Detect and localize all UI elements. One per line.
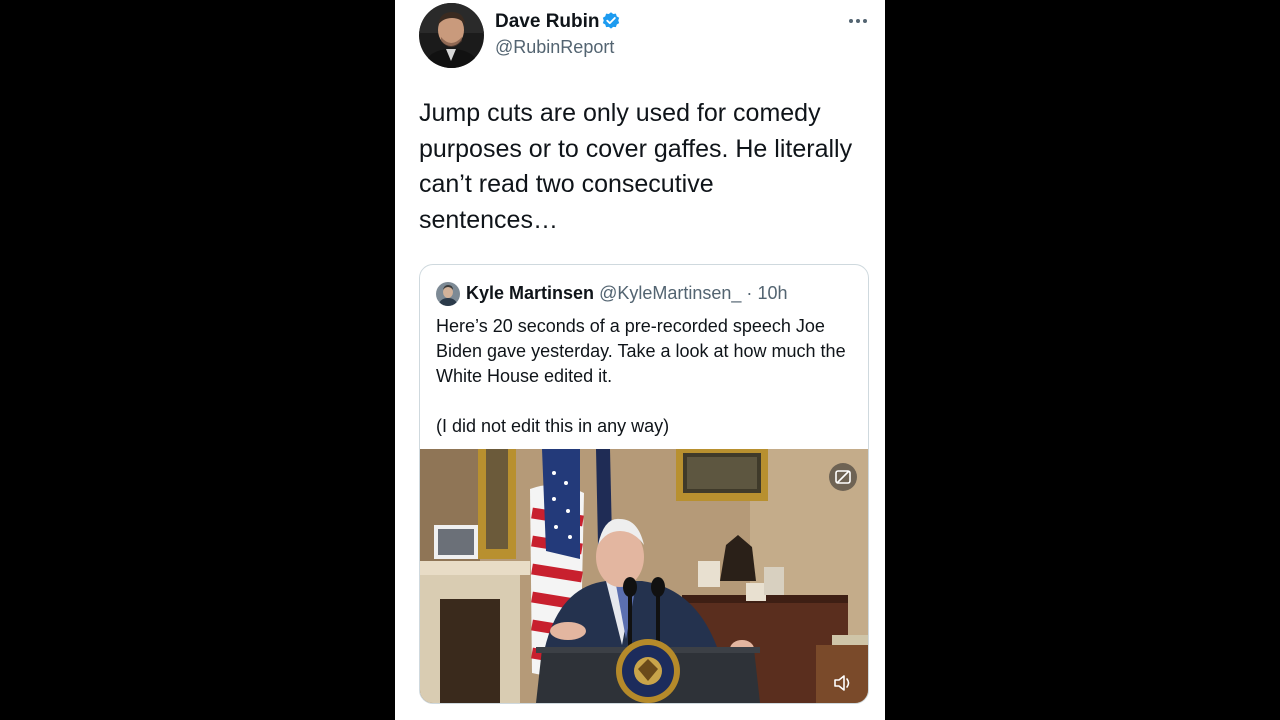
quoted-handle[interactable]: @KyleMartinsen_ xyxy=(599,283,741,303)
quoted-header: Kyle Martinsen @KyleMartinsen_ · 10h xyxy=(466,283,787,304)
quoted-timestamp[interactable]: 10h xyxy=(757,283,787,303)
quoted-paragraph-2: (I did not edit this in any way) xyxy=(436,416,670,436)
quoted-tweet[interactable]: Kyle Martinsen @KyleMartinsen_ · 10h Her… xyxy=(419,264,869,704)
captions-icon[interactable] xyxy=(829,463,857,491)
quoted-display-name[interactable]: Kyle Martinsen xyxy=(466,283,594,303)
video-player[interactable] xyxy=(420,449,868,703)
more-options-icon[interactable] xyxy=(845,8,871,34)
tweet-card[interactable]: Dave Rubin @RubinReport Jump cuts are on… xyxy=(395,0,885,720)
tweet-text: Jump cuts are only used for comedy purpo… xyxy=(419,99,853,234)
author-handle[interactable]: @RubinReport xyxy=(495,37,614,58)
screen: Dave Rubin @RubinReport Jump cuts are on… xyxy=(0,0,1280,720)
author-avatar[interactable] xyxy=(419,3,484,68)
author-display-name[interactable]: Dave Rubin xyxy=(495,11,600,33)
volume-icon[interactable] xyxy=(830,670,856,696)
quoted-text: Here’s 20 seconds of a pre-recorded spee… xyxy=(436,314,856,439)
verified-badge-icon xyxy=(601,11,621,31)
quoted-author-avatar[interactable] xyxy=(436,282,460,306)
quoted-paragraph-1: Here’s 20 seconds of a pre-recorded spee… xyxy=(436,316,846,386)
